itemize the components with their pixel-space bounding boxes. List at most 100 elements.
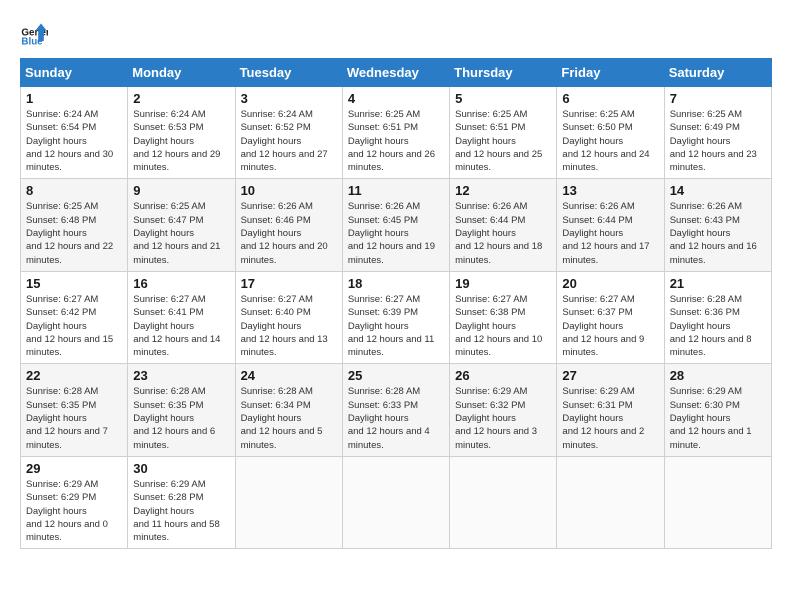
calendar-cell: 24 Sunrise: 6:28 AM Sunset: 6:34 PM Dayl… [235,364,342,456]
calendar-cell: 28 Sunrise: 6:29 AM Sunset: 6:30 PM Dayl… [664,364,771,456]
day-info: Sunrise: 6:27 AM Sunset: 6:38 PM Dayligh… [455,293,551,359]
calendar-cell: 11 Sunrise: 6:26 AM Sunset: 6:45 PM Dayl… [342,179,449,271]
weekday-header-tuesday: Tuesday [235,59,342,87]
day-info: Sunrise: 6:26 AM Sunset: 6:43 PM Dayligh… [670,200,766,266]
day-info: Sunrise: 6:28 AM Sunset: 6:35 PM Dayligh… [26,385,122,451]
day-info: Sunrise: 6:29 AM Sunset: 6:28 PM Dayligh… [133,478,229,544]
calendar-week-row: 15 Sunrise: 6:27 AM Sunset: 6:42 PM Dayl… [21,271,772,363]
calendar-cell: 2 Sunrise: 6:24 AM Sunset: 6:53 PM Dayli… [128,87,235,179]
day-info: Sunrise: 6:27 AM Sunset: 6:42 PM Dayligh… [26,293,122,359]
day-number: 12 [455,183,551,198]
weekday-header-wednesday: Wednesday [342,59,449,87]
calendar-cell: 27 Sunrise: 6:29 AM Sunset: 6:31 PM Dayl… [557,364,664,456]
day-info: Sunrise: 6:25 AM Sunset: 6:51 PM Dayligh… [455,108,551,174]
calendar-cell: 6 Sunrise: 6:25 AM Sunset: 6:50 PM Dayli… [557,87,664,179]
day-number: 24 [241,368,337,383]
day-info: Sunrise: 6:25 AM Sunset: 6:47 PM Dayligh… [133,200,229,266]
weekday-header-friday: Friday [557,59,664,87]
day-info: Sunrise: 6:25 AM Sunset: 6:50 PM Dayligh… [562,108,658,174]
day-info: Sunrise: 6:28 AM Sunset: 6:35 PM Dayligh… [133,385,229,451]
calendar-cell: 30 Sunrise: 6:29 AM Sunset: 6:28 PM Dayl… [128,456,235,548]
day-number: 13 [562,183,658,198]
day-number: 11 [348,183,444,198]
day-number: 29 [26,461,122,476]
day-number: 10 [241,183,337,198]
day-info: Sunrise: 6:26 AM Sunset: 6:46 PM Dayligh… [241,200,337,266]
calendar-cell: 10 Sunrise: 6:26 AM Sunset: 6:46 PM Dayl… [235,179,342,271]
day-number: 9 [133,183,229,198]
logo: General Blue [20,20,52,48]
day-info: Sunrise: 6:27 AM Sunset: 6:37 PM Dayligh… [562,293,658,359]
day-number: 28 [670,368,766,383]
day-number: 5 [455,91,551,106]
day-number: 8 [26,183,122,198]
day-number: 18 [348,276,444,291]
calendar-week-row: 29 Sunrise: 6:29 AM Sunset: 6:29 PM Dayl… [21,456,772,548]
calendar-cell: 3 Sunrise: 6:24 AM Sunset: 6:52 PM Dayli… [235,87,342,179]
day-number: 17 [241,276,337,291]
day-number: 16 [133,276,229,291]
calendar-cell: 4 Sunrise: 6:25 AM Sunset: 6:51 PM Dayli… [342,87,449,179]
calendar-cell [450,456,557,548]
day-number: 15 [26,276,122,291]
day-info: Sunrise: 6:25 AM Sunset: 6:51 PM Dayligh… [348,108,444,174]
calendar-cell: 17 Sunrise: 6:27 AM Sunset: 6:40 PM Dayl… [235,271,342,363]
day-number: 20 [562,276,658,291]
day-number: 7 [670,91,766,106]
day-info: Sunrise: 6:24 AM Sunset: 6:54 PM Dayligh… [26,108,122,174]
calendar-cell: 9 Sunrise: 6:25 AM Sunset: 6:47 PM Dayli… [128,179,235,271]
day-info: Sunrise: 6:28 AM Sunset: 6:33 PM Dayligh… [348,385,444,451]
day-number: 14 [670,183,766,198]
calendar-cell [664,456,771,548]
weekday-header-saturday: Saturday [664,59,771,87]
calendar-cell: 14 Sunrise: 6:26 AM Sunset: 6:43 PM Dayl… [664,179,771,271]
day-info: Sunrise: 6:26 AM Sunset: 6:45 PM Dayligh… [348,200,444,266]
calendar-cell: 5 Sunrise: 6:25 AM Sunset: 6:51 PM Dayli… [450,87,557,179]
day-number: 19 [455,276,551,291]
calendar-cell: 23 Sunrise: 6:28 AM Sunset: 6:35 PM Dayl… [128,364,235,456]
day-info: Sunrise: 6:29 AM Sunset: 6:30 PM Dayligh… [670,385,766,451]
day-number: 6 [562,91,658,106]
day-info: Sunrise: 6:25 AM Sunset: 6:49 PM Dayligh… [670,108,766,174]
calendar-cell: 21 Sunrise: 6:28 AM Sunset: 6:36 PM Dayl… [664,271,771,363]
day-info: Sunrise: 6:28 AM Sunset: 6:34 PM Dayligh… [241,385,337,451]
calendar-table: SundayMondayTuesdayWednesdayThursdayFrid… [20,58,772,549]
calendar-week-row: 1 Sunrise: 6:24 AM Sunset: 6:54 PM Dayli… [21,87,772,179]
calendar-header-row: SundayMondayTuesdayWednesdayThursdayFrid… [21,59,772,87]
calendar-cell: 20 Sunrise: 6:27 AM Sunset: 6:37 PM Dayl… [557,271,664,363]
day-number: 2 [133,91,229,106]
day-number: 22 [26,368,122,383]
calendar-cell: 15 Sunrise: 6:27 AM Sunset: 6:42 PM Dayl… [21,271,128,363]
day-info: Sunrise: 6:27 AM Sunset: 6:39 PM Dayligh… [348,293,444,359]
calendar-cell: 22 Sunrise: 6:28 AM Sunset: 6:35 PM Dayl… [21,364,128,456]
day-info: Sunrise: 6:24 AM Sunset: 6:53 PM Dayligh… [133,108,229,174]
day-number: 25 [348,368,444,383]
day-number: 23 [133,368,229,383]
calendar-cell: 29 Sunrise: 6:29 AM Sunset: 6:29 PM Dayl… [21,456,128,548]
logo-icon: General Blue [20,20,48,48]
day-info: Sunrise: 6:26 AM Sunset: 6:44 PM Dayligh… [455,200,551,266]
day-number: 1 [26,91,122,106]
day-info: Sunrise: 6:25 AM Sunset: 6:48 PM Dayligh… [26,200,122,266]
day-number: 4 [348,91,444,106]
day-info: Sunrise: 6:29 AM Sunset: 6:29 PM Dayligh… [26,478,122,544]
calendar-cell [342,456,449,548]
weekday-header-thursday: Thursday [450,59,557,87]
day-info: Sunrise: 6:29 AM Sunset: 6:32 PM Dayligh… [455,385,551,451]
calendar-cell: 26 Sunrise: 6:29 AM Sunset: 6:32 PM Dayl… [450,364,557,456]
day-number: 21 [670,276,766,291]
calendar-cell: 1 Sunrise: 6:24 AM Sunset: 6:54 PM Dayli… [21,87,128,179]
calendar-week-row: 8 Sunrise: 6:25 AM Sunset: 6:48 PM Dayli… [21,179,772,271]
calendar-cell: 18 Sunrise: 6:27 AM Sunset: 6:39 PM Dayl… [342,271,449,363]
day-number: 27 [562,368,658,383]
day-number: 26 [455,368,551,383]
calendar-cell: 13 Sunrise: 6:26 AM Sunset: 6:44 PM Dayl… [557,179,664,271]
calendar-cell: 19 Sunrise: 6:27 AM Sunset: 6:38 PM Dayl… [450,271,557,363]
calendar-cell [557,456,664,548]
day-info: Sunrise: 6:27 AM Sunset: 6:40 PM Dayligh… [241,293,337,359]
page-header: General Blue [20,20,772,48]
day-info: Sunrise: 6:26 AM Sunset: 6:44 PM Dayligh… [562,200,658,266]
day-info: Sunrise: 6:29 AM Sunset: 6:31 PM Dayligh… [562,385,658,451]
calendar-cell: 8 Sunrise: 6:25 AM Sunset: 6:48 PM Dayli… [21,179,128,271]
calendar-cell [235,456,342,548]
